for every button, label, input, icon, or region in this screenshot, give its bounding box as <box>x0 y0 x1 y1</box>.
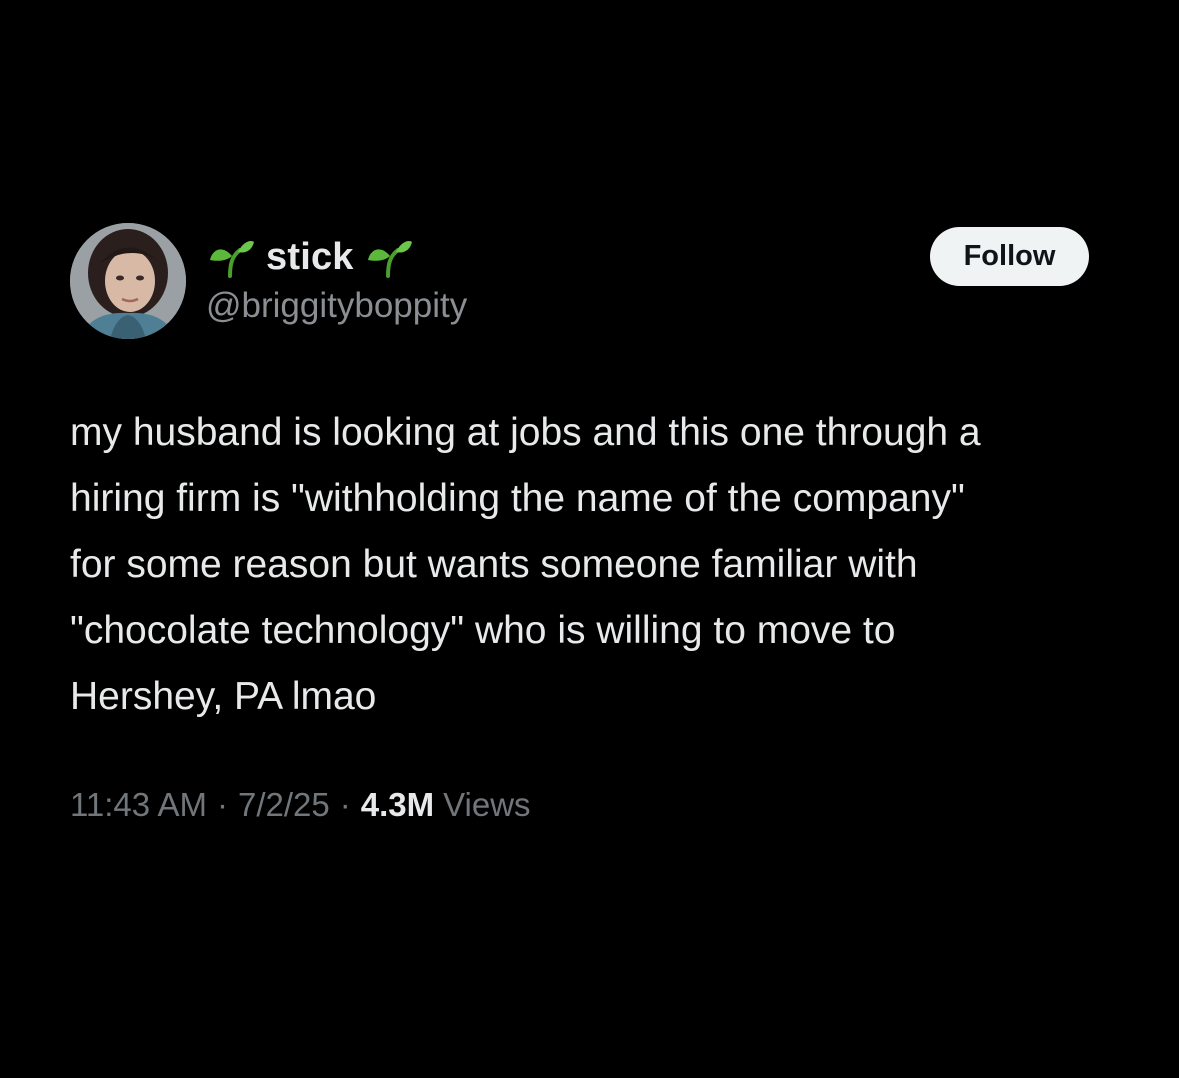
tweet-time[interactable]: 11:43 AM <box>70 786 207 824</box>
meta-separator: · <box>216 786 228 823</box>
views-label: Views <box>443 786 531 823</box>
author-name-row[interactable]: stick <box>206 232 414 282</box>
follow-button[interactable]: Follow <box>930 227 1089 286</box>
tweet-text-line: my husband is looking at jobs and this o… <box>70 411 981 454</box>
tweet-text-line: "chocolate technology" who is willing to… <box>70 609 896 652</box>
avatar-photo <box>70 223 186 339</box>
tweet-date[interactable]: 7/2/25 <box>238 786 330 824</box>
tweet-card: stick @briggityboppity Follow my husband… <box>0 0 1179 1078</box>
tweet-text-line: for some reason but wants someone famili… <box>70 543 918 586</box>
seedling-icon <box>210 241 254 278</box>
author-handle[interactable]: @briggityboppity <box>206 286 467 326</box>
tweet-meta: 11:43 AM · 7/2/25 · 4.3M Views <box>70 786 531 824</box>
tweet-text: my husband is looking at jobs and this o… <box>70 400 1130 730</box>
seedling-icon <box>367 241 412 278</box>
meta-separator: · <box>339 786 351 823</box>
tweet-text-line: hiring firm is "withholding the name of … <box>70 477 965 520</box>
views-count: 4.3M <box>360 786 435 823</box>
avatar[interactable] <box>70 223 186 339</box>
tweet-text-line: Hershey, PA lmao <box>70 675 377 718</box>
author-display-name[interactable]: stick <box>266 236 354 279</box>
